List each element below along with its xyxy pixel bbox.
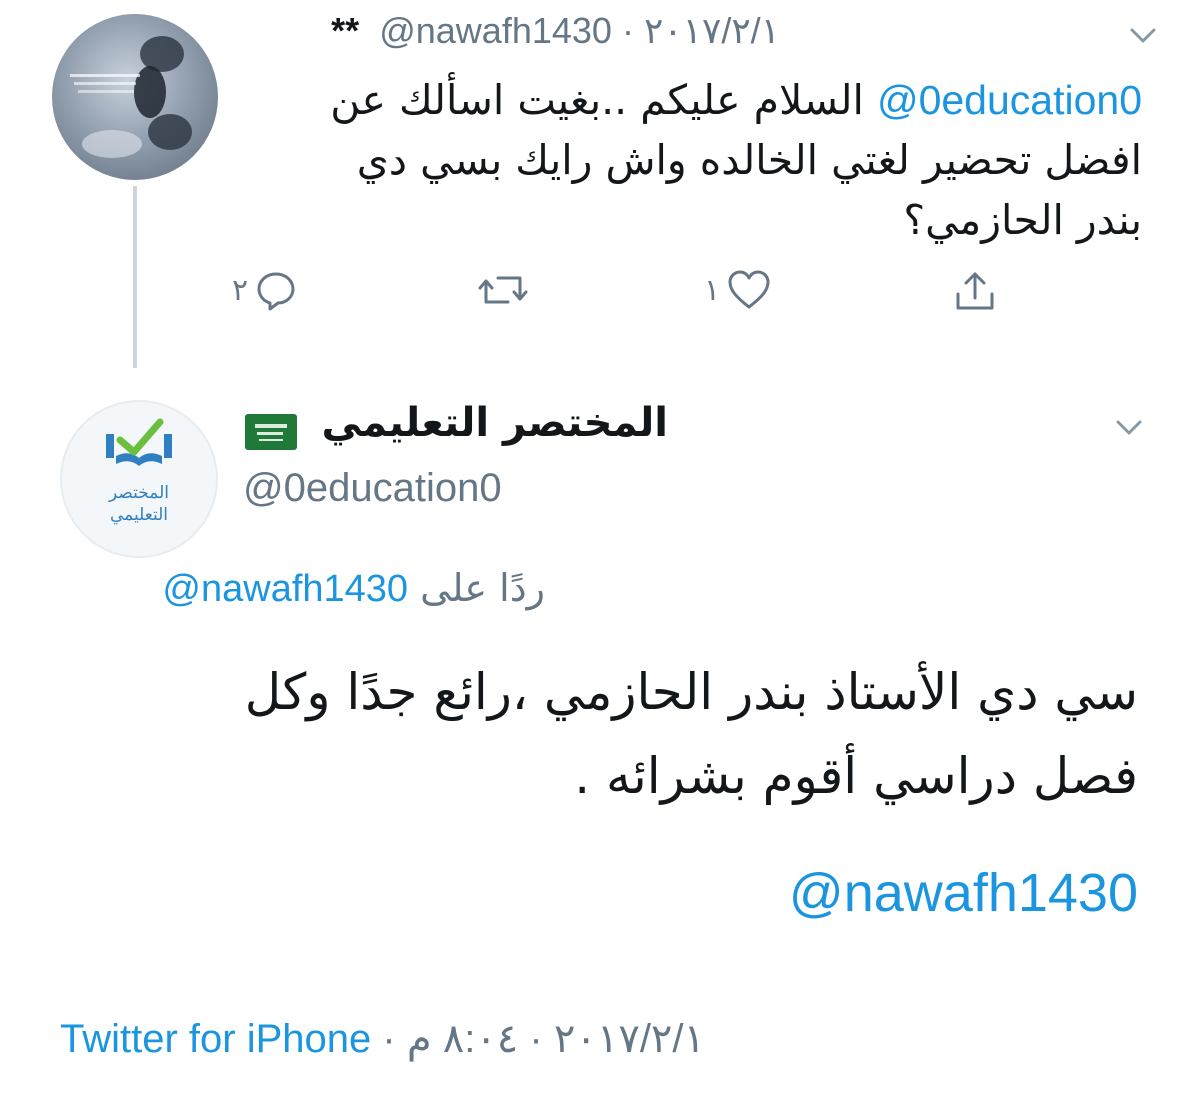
- tweet2-source-link[interactable]: Twitter for iPhone: [60, 1017, 371, 1061]
- footer-separator-2: ·: [529, 1017, 543, 1061]
- logo-text-line2: التعليمي: [110, 505, 168, 525]
- replying-to-link[interactable]: @nawafh1430: [162, 568, 408, 610]
- reply-button[interactable]: ٢: [232, 268, 298, 312]
- mukhtasar-logo: المختصر التعليمي: [106, 418, 172, 525]
- chevron-down-icon: [1130, 28, 1156, 43]
- tweet1-mention-link[interactable]: @0education0: [877, 77, 1142, 123]
- saudi-flag-icon: [245, 414, 297, 450]
- tweet1-line3: بندر الحازمي؟: [903, 196, 1142, 244]
- tweet2-display-name[interactable]: المختصر التعليمي: [321, 400, 668, 446]
- chevron-down-icon: [1116, 420, 1142, 435]
- reply-count: ٢: [232, 272, 249, 308]
- tweet2-menu-button[interactable]: [1112, 410, 1146, 448]
- retweet-button[interactable]: [478, 268, 528, 312]
- tweet1-text-part1: السلام عليكم ..بغيت اسألك عن: [330, 76, 877, 124]
- retweet-icon: [478, 276, 528, 304]
- tweet2-date: ٢٠١٧/٢/١: [553, 1017, 706, 1061]
- tweet2-time: ٨:٠٤ م: [406, 1017, 519, 1061]
- logo-text-line1: المختصر: [108, 483, 169, 503]
- avatar-0education0[interactable]: المختصر التعليمي: [60, 400, 218, 558]
- tweet1-header: ** @nawafh1430 · ٢٠١٧/٢/١: [331, 10, 780, 52]
- replying-prefix: ردًا على: [420, 566, 545, 610]
- replying-to: ردًا على @nawafh1430: [162, 566, 545, 611]
- footer-separator-1: ·: [382, 1017, 396, 1061]
- tweet1-display-name[interactable]: **: [331, 10, 359, 51]
- share-button[interactable]: [952, 268, 998, 314]
- like-button[interactable]: ١: [704, 268, 772, 312]
- tweet2-mention-link[interactable]: @nawafh1430: [789, 862, 1138, 924]
- tweet1-text: @0education0 السلام عليكم ..بغيت اسألك ع…: [242, 70, 1142, 250]
- tweet2-footer: Twitter for iPhone · ٢٠١٧/٢/١ · ٨:٠٤ م: [60, 1016, 705, 1062]
- tweet1-line2: افضل تحضير لغتي الخالده واش رايك بسي دي: [356, 136, 1142, 184]
- tweet2-line2: فصل دراسي أقوم بشرائه .: [574, 747, 1138, 805]
- avatar-image: [70, 36, 192, 158]
- avatar-nawafh1430[interactable]: [52, 14, 218, 180]
- reply-icon: [257, 272, 295, 311]
- tweet1-menu-button[interactable]: [1126, 18, 1160, 56]
- like-icon: [728, 270, 770, 309]
- tweet1-action-bar: ٢ ١: [0, 268, 1200, 320]
- like-count: ١: [704, 272, 721, 308]
- tweet1-handle[interactable]: @nawafh1430: [379, 10, 612, 51]
- tweet1-date[interactable]: ٢٠١٧/٢/١: [644, 10, 780, 51]
- share-icon: [956, 272, 994, 310]
- tweet2-text: سي دي الأستاذ بندر الحازمي ،رائع جدًا وك…: [58, 650, 1138, 818]
- tweet2-line1: سي دي الأستاذ بندر الحازمي ،رائع جدًا وك…: [244, 663, 1138, 721]
- tweet1-separator: ·: [621, 10, 634, 51]
- tweet2-handle[interactable]: @0education0: [243, 466, 502, 511]
- tweet1-line1: @0education0 السلام عليكم ..بغيت اسألك ع…: [242, 70, 1142, 130]
